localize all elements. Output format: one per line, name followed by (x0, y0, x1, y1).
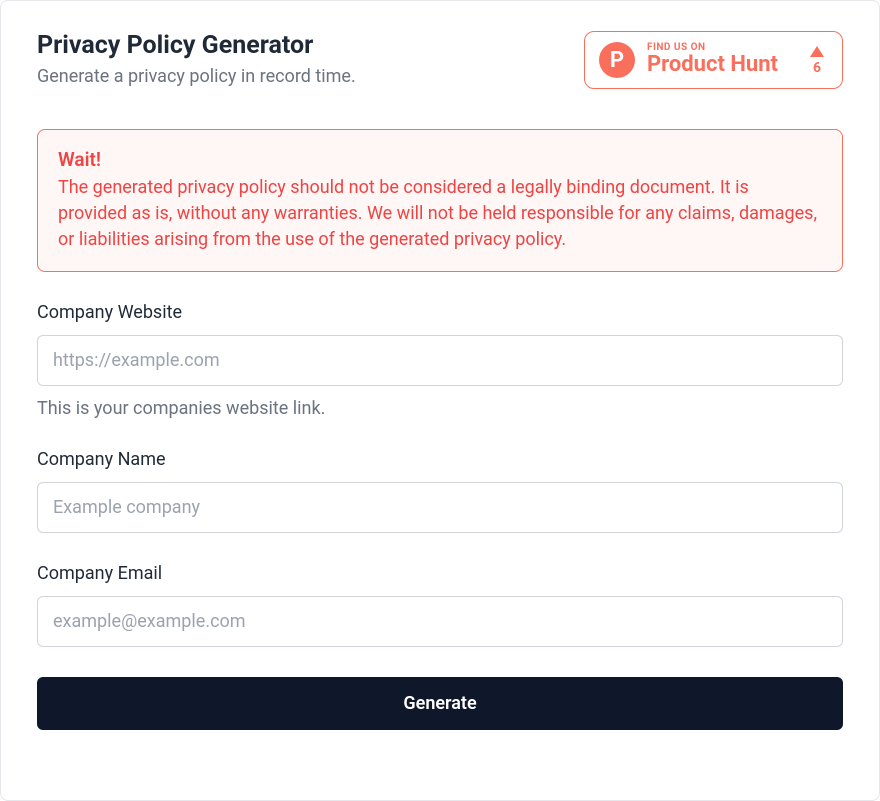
product-hunt-vote-count: 6 (813, 61, 821, 75)
product-hunt-badge[interactable]: P FIND US ON Product Hunt 6 (584, 31, 843, 89)
company-email-label: Company Email (37, 563, 843, 584)
company-name-label: Company Name (37, 449, 843, 470)
company-website-label: Company Website (37, 302, 843, 323)
upvote-triangle-icon (810, 46, 824, 57)
company-website-help: This is your companies website link. (37, 398, 843, 419)
generator-card: Privacy Policy Generator Generate a priv… (0, 0, 880, 801)
generate-button[interactable]: Generate (37, 677, 843, 730)
product-hunt-logo-icon: P (599, 42, 635, 78)
company-website-input[interactable] (37, 335, 843, 386)
company-email-input[interactable] (37, 596, 843, 647)
header-row: Privacy Policy Generator Generate a priv… (37, 31, 843, 89)
alert-body: The generated privacy policy should not … (58, 175, 822, 253)
company-name-field-group: Company Name (37, 449, 843, 533)
product-hunt-vote: 6 (810, 46, 824, 75)
page-title: Privacy Policy Generator (37, 31, 584, 60)
product-hunt-text: FIND US ON Product Hunt (647, 42, 778, 77)
company-website-field-group: Company Website This is your companies w… (37, 302, 843, 419)
disclaimer-alert: Wait! The generated privacy policy shoul… (37, 129, 843, 272)
alert-title: Wait! (58, 148, 822, 171)
company-name-input[interactable] (37, 482, 843, 533)
product-hunt-name: Product Hunt (647, 53, 778, 77)
header-left: Privacy Policy Generator Generate a priv… (37, 31, 584, 87)
company-email-field-group: Company Email (37, 563, 843, 647)
page-subtitle: Generate a privacy policy in record time… (37, 66, 584, 87)
